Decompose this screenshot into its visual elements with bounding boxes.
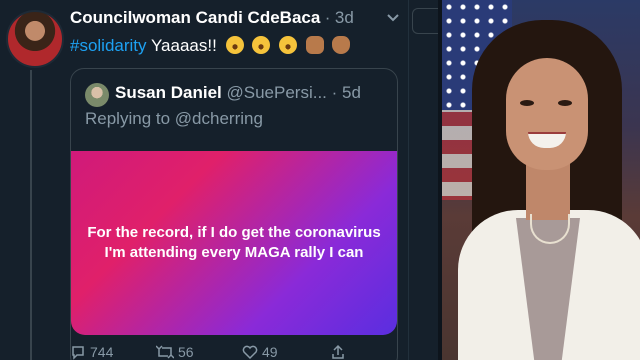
smile bbox=[528, 132, 566, 148]
quoted-author-name[interactable]: Susan Daniel bbox=[115, 83, 222, 102]
avatar[interactable] bbox=[6, 10, 64, 68]
laughing-emoji-icon bbox=[252, 36, 271, 54]
quoted-image[interactable]: For the record, if I do get the coronavi… bbox=[71, 151, 397, 335]
quoted-time[interactable]: 5d bbox=[342, 83, 361, 102]
replying-to-label: Replying to bbox=[85, 109, 175, 128]
eye bbox=[520, 100, 534, 106]
hashtag-link[interactable]: #solidarity bbox=[70, 36, 147, 55]
raised-fist-emoji-icon bbox=[305, 36, 324, 54]
quoted-image-text: For the record, if I do get the coronavi… bbox=[87, 224, 381, 261]
laughing-emoji-icon bbox=[279, 36, 298, 54]
tweet-text: #solidarity Yaaaas!! bbox=[70, 36, 351, 56]
tweet-panel: Councilwoman Candi CdeBaca · 3d #solidar… bbox=[0, 0, 438, 360]
adjacent-tab[interactable] bbox=[412, 8, 438, 34]
chevron-down-icon[interactable] bbox=[385, 10, 401, 26]
portrait-photo bbox=[442, 0, 640, 360]
adjacent-column bbox=[408, 0, 438, 360]
reply-count: 744 bbox=[90, 344, 114, 360]
quoted-header: Susan Daniel @SuePersi... · 5d bbox=[115, 83, 361, 103]
tweet-time[interactable]: 3d bbox=[335, 8, 354, 27]
reply-button[interactable]: 744 bbox=[70, 344, 113, 360]
retweet-count: 56 bbox=[178, 344, 194, 360]
separator: · bbox=[324, 8, 331, 27]
reply-icon bbox=[72, 346, 84, 360]
share-icon bbox=[332, 344, 344, 359]
quoted-tweet[interactable]: Susan Daniel @SuePersi... · 5d Replying … bbox=[70, 68, 398, 360]
quoted-handle[interactable]: @SuePersi... bbox=[227, 83, 327, 102]
share-button[interactable] bbox=[330, 344, 350, 360]
like-icon bbox=[242, 345, 258, 360]
quoted-avatar[interactable] bbox=[85, 83, 109, 107]
separator: · bbox=[331, 83, 338, 102]
eye bbox=[558, 100, 572, 106]
retweet-button[interactable]: 56 bbox=[155, 344, 194, 360]
replying-to: Replying to @dcherring bbox=[85, 109, 263, 129]
tweet-actions: 744 56 49 bbox=[70, 340, 410, 360]
laughing-emoji-icon bbox=[225, 36, 244, 54]
tweet-body: Yaaaas!! bbox=[146, 36, 217, 55]
reply-mention-link[interactable]: @dcherring bbox=[175, 109, 263, 128]
author-name[interactable]: Councilwoman Candi CdeBaca bbox=[70, 8, 320, 27]
retweet-icon bbox=[155, 345, 175, 359]
tweet-header: Councilwoman Candi CdeBaca · 3d bbox=[70, 8, 410, 30]
thread-line bbox=[30, 70, 32, 360]
face bbox=[506, 58, 588, 170]
like-count: 49 bbox=[262, 344, 278, 360]
like-button[interactable]: 49 bbox=[242, 344, 278, 360]
ok-hand-emoji-icon bbox=[332, 36, 351, 54]
